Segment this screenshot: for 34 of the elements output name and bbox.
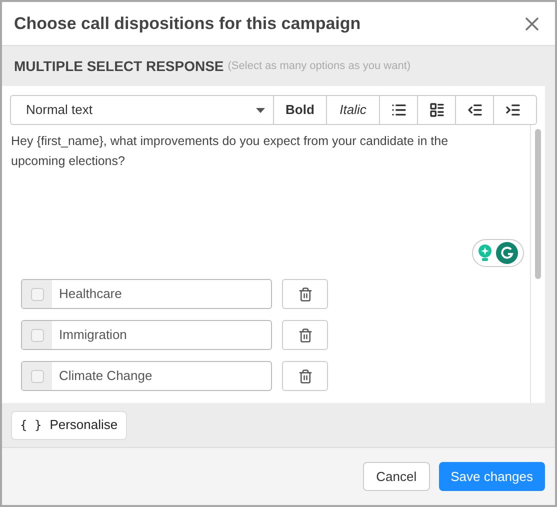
dialog-title: Choose call dispositions for this campaign <box>14 12 361 35</box>
delete-option-button[interactable] <box>282 361 328 391</box>
option-label: Climate Change <box>58 367 152 386</box>
delete-option-button[interactable] <box>282 320 328 350</box>
italic-button[interactable]: Italic <box>327 96 380 124</box>
cancel-button[interactable]: Cancel <box>363 462 430 491</box>
option-label: Immigration <box>58 326 127 344</box>
section-title: MULTIPLE SELECT RESPONSE <box>14 56 224 76</box>
option-field[interactable]: Climate Change <box>21 361 272 391</box>
option-field[interactable]: Healthcare <box>21 279 272 309</box>
block-list-icon <box>428 102 444 118</box>
grammar-check-icon <box>496 242 518 264</box>
trash-icon <box>298 286 312 302</box>
option-checkbox[interactable] <box>30 328 44 342</box>
option-checkbox[interactable] <box>30 370 44 382</box>
bullet-list-icon <box>390 102 406 118</box>
delete-option-button[interactable] <box>282 279 328 309</box>
lightbulb-icon <box>478 244 492 262</box>
trash-icon <box>298 328 312 342</box>
text-style-select[interactable]: Normal text <box>11 96 274 124</box>
option-checkbox[interactable] <box>30 288 44 300</box>
indent-icon <box>505 102 521 118</box>
option-field[interactable]: Immigration <box>21 320 272 350</box>
caret-icon <box>256 108 265 112</box>
bold-button[interactable]: Bold <box>274 96 327 124</box>
braces-icon: { } <box>20 416 42 434</box>
option-label: Healthcare <box>58 285 122 304</box>
section-hint: (Select as many options as you want) <box>228 58 411 74</box>
trash-icon <box>298 368 312 384</box>
personalise-button[interactable]: { } Personalise <box>11 410 127 440</box>
scrollbar-thumb[interactable] <box>535 129 541 279</box>
message-text[interactable]: Hey {first_name}, what improvements do you expect from your candidate in the upcoming elections? <box>2 125 530 239</box>
outdent-icon <box>466 102 482 118</box>
writing-assistant-badge[interactable] <box>472 239 524 267</box>
